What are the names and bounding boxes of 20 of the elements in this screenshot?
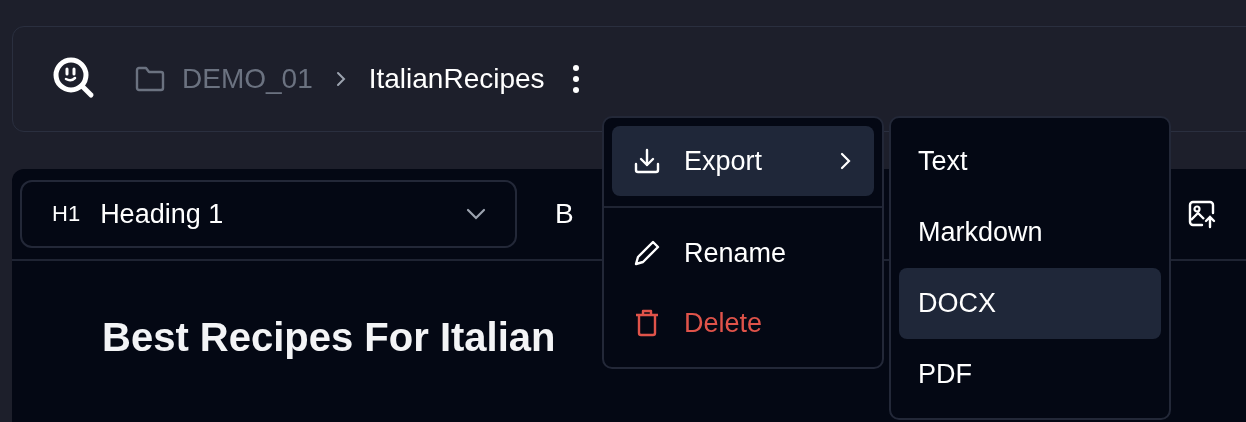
export-menu-item[interactable]: Export — [612, 126, 874, 196]
image-upload-icon[interactable] — [1186, 198, 1218, 230]
export-format-item[interactable]: DOCX — [899, 268, 1161, 339]
document-heading: Best Recipes For Italian — [102, 315, 556, 360]
rename-menu-item[interactable]: Rename — [612, 218, 874, 288]
folder-icon — [134, 65, 166, 93]
document-title: ItalianRecipes — [368, 63, 545, 95]
download-icon — [632, 146, 662, 176]
pencil-icon — [632, 238, 662, 268]
export-format-item[interactable]: Markdown — [899, 197, 1161, 268]
export-format-item[interactable]: Text — [899, 126, 1161, 197]
block-type-value: Heading 1 — [100, 198, 225, 230]
more-options-icon[interactable] — [570, 64, 581, 94]
heading-level-label: H1 — [52, 201, 81, 227]
chevron-right-icon — [334, 70, 347, 88]
bold-button[interactable]: B — [545, 192, 584, 236]
block-type-dropdown[interactable]: H1 Heading 1 — [20, 180, 517, 248]
delete-menu-item[interactable]: Delete — [612, 288, 874, 358]
export-format-item[interactable]: PDF — [899, 339, 1161, 410]
chevron-down-icon — [465, 207, 487, 221]
